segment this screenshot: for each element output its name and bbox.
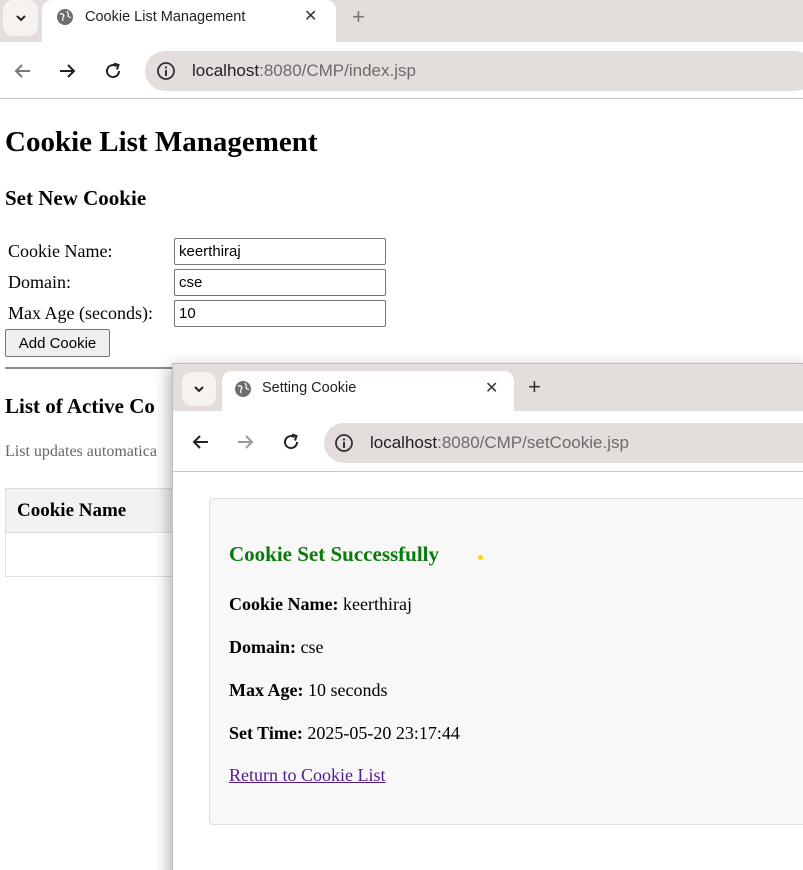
cookie-name-input[interactable] xyxy=(174,238,386,265)
tab-search-button[interactable] xyxy=(3,0,38,36)
max-age-label: Max Age (seconds): xyxy=(8,303,153,323)
toolbar: localhost:8080/CMP/index.jsp xyxy=(0,42,803,99)
active-cookies-heading: List of Active Co xyxy=(5,394,155,418)
info-icon[interactable] xyxy=(156,61,176,81)
popup-tab-strip: Setting Cookie ✕ + xyxy=(173,364,803,411)
domain-input[interactable] xyxy=(174,269,386,296)
domain-row: Domain: cse xyxy=(229,637,324,657)
popup-new-tab-button[interactable]: + xyxy=(528,374,541,400)
return-to-list-link[interactable]: Return to Cookie List xyxy=(229,765,386,786)
tab-setting-cookie[interactable]: Setting Cookie ✕ xyxy=(222,371,514,411)
max-age-input[interactable] xyxy=(174,300,386,327)
info-icon[interactable] xyxy=(334,433,354,453)
list-update-note: List updates automatica xyxy=(5,443,157,460)
popup-tab-title: Setting Cookie xyxy=(262,380,357,396)
close-icon[interactable]: ✕ xyxy=(485,379,498,399)
sparkle-dot xyxy=(478,555,483,560)
set-time-row: Set Time: 2025-05-20 23:17:44 xyxy=(229,723,460,743)
set-cookie-heading: Set New Cookie xyxy=(5,186,147,210)
popup-tab-search-button[interactable] xyxy=(182,372,216,406)
chevron-down-icon xyxy=(194,386,204,393)
tab-title: Cookie List Management xyxy=(85,9,246,25)
globe-icon xyxy=(57,9,73,25)
tab-strip: Cookie List Management ✕ + xyxy=(0,0,803,42)
cookie-name-row: Cookie Name: keerthiraj xyxy=(229,594,412,614)
max-age-row: Max Age: 10 seconds xyxy=(229,680,388,700)
forward-arrow-icon[interactable] xyxy=(57,61,77,81)
cookie-name-label: Cookie Name: xyxy=(8,241,113,261)
domain-label: Domain: xyxy=(8,272,71,292)
chevron-down-icon xyxy=(15,15,26,22)
popup-url-text: localhost:8080/CMP/setCookie.jsp xyxy=(370,433,629,452)
back-arrow-icon[interactable] xyxy=(13,61,33,81)
success-title: Cookie Set Successfully xyxy=(229,542,439,566)
reload-icon[interactable] xyxy=(281,432,301,452)
add-cookie-button[interactable]: Add Cookie xyxy=(5,329,110,357)
close-icon[interactable]: ✕ xyxy=(304,7,317,27)
success-card: Cookie Set Successfully Cookie Name: kee… xyxy=(209,498,803,825)
globe-icon xyxy=(235,381,251,397)
popup-toolbar: localhost:8080/CMP/setCookie.jsp xyxy=(173,411,803,472)
url-text: localhost:8080/CMP/index.jsp xyxy=(192,61,416,80)
popup-address-bar[interactable]: localhost:8080/CMP/setCookie.jsp xyxy=(324,423,803,463)
forward-arrow-icon[interactable] xyxy=(235,432,255,452)
tab-cookie-list[interactable]: Cookie List Management ✕ xyxy=(42,0,336,42)
new-tab-button[interactable]: + xyxy=(352,4,365,30)
setting-cookie-window: Setting Cookie ✕ + localhost:8080/CMP/se… xyxy=(172,363,803,870)
column-header-cookie-name: Cookie Name xyxy=(17,500,127,521)
reload-icon[interactable] xyxy=(103,61,123,81)
page-title: Cookie List Management xyxy=(5,126,318,158)
back-arrow-icon[interactable] xyxy=(191,432,211,452)
address-bar[interactable]: localhost:8080/CMP/index.jsp xyxy=(145,51,803,91)
